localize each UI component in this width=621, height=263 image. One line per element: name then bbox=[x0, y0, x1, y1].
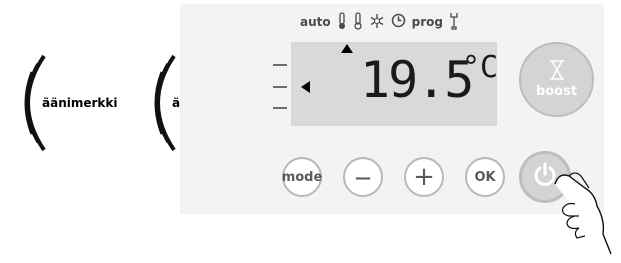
minus-button[interactable]: — bbox=[343, 157, 383, 197]
level-line-top bbox=[273, 64, 287, 66]
temperature-readout: 19.5 bbox=[360, 51, 474, 109]
thermometer-comfort-icon bbox=[337, 11, 347, 33]
clock-icon bbox=[391, 13, 406, 31]
level-indicator-arrow bbox=[301, 81, 310, 93]
hand-icon bbox=[554, 172, 612, 255]
wrench-icon bbox=[449, 12, 459, 33]
plus-button[interactable]: + bbox=[404, 157, 444, 197]
mode-indicator-arrow bbox=[341, 44, 353, 53]
thermometer-eco-icon bbox=[353, 11, 363, 33]
frost-icon bbox=[369, 13, 385, 32]
ok-button[interactable]: OK bbox=[465, 157, 505, 197]
minus-label: — bbox=[355, 167, 371, 187]
prog-label: prog bbox=[411, 15, 443, 29]
temperature-unit: °C bbox=[462, 50, 499, 85]
mode-label: mode bbox=[281, 169, 323, 185]
auto-label: auto bbox=[300, 15, 331, 29]
boost-label: boost bbox=[535, 84, 578, 99]
mode-button[interactable]: mode bbox=[282, 157, 322, 197]
sound-label: äänimerkki bbox=[42, 96, 118, 110]
level-line-bottom bbox=[273, 107, 287, 109]
status-icon-bar: auto prog bbox=[300, 10, 459, 34]
hourglass-icon bbox=[548, 60, 566, 84]
ok-label: OK bbox=[474, 169, 496, 185]
level-line-middle bbox=[273, 86, 287, 88]
boost-button[interactable]: boost bbox=[519, 42, 594, 117]
plus-label: + bbox=[413, 162, 435, 192]
